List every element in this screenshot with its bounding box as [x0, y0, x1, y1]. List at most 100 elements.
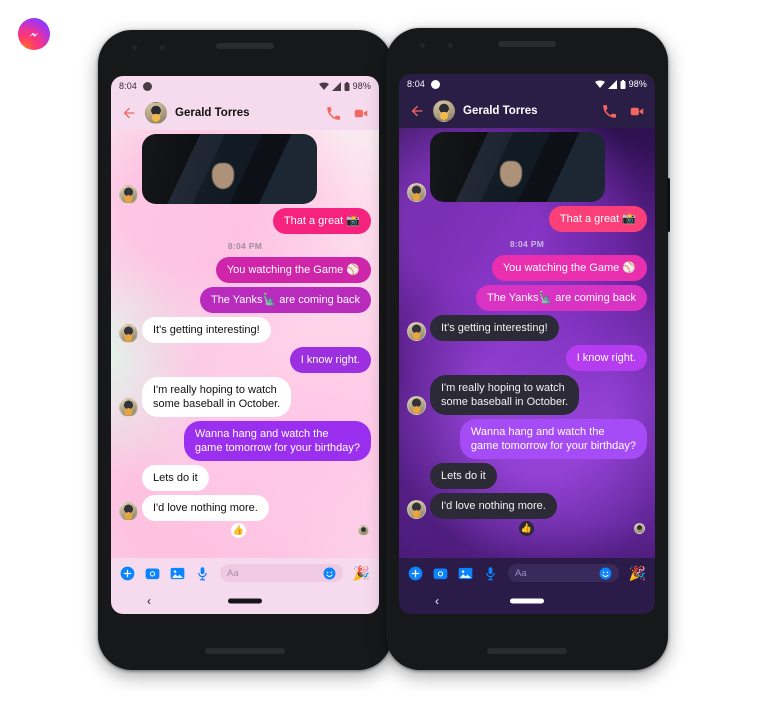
microphone-icon[interactable]	[483, 566, 498, 581]
party-popper-sticker-icon[interactable]: 🎉	[629, 566, 646, 580]
photo-message[interactable]	[430, 132, 605, 202]
sender-avatar	[407, 396, 426, 415]
sender-avatar	[119, 502, 138, 521]
message-row-photo[interactable]	[119, 134, 371, 204]
message-row[interactable]: That a great 📸	[407, 206, 647, 232]
outgoing-bubble[interactable]: I know right.	[565, 345, 647, 371]
thread-timestamp: 8:04 PM	[509, 239, 545, 249]
front-camera-icon	[420, 43, 425, 48]
contact-name: Gerald Torres	[175, 107, 250, 119]
sender-avatar	[119, 398, 138, 417]
add-attachment-icon[interactable]	[408, 566, 423, 581]
video-call-icon[interactable]	[353, 106, 369, 121]
home-indicator-pill[interactable]	[510, 598, 544, 604]
status-time: 8:04	[119, 81, 137, 91]
outgoing-bubble[interactable]: The Yanks🗽 are coming back	[199, 287, 371, 313]
incoming-bubble[interactable]: It's getting interesting!	[430, 315, 559, 341]
message-row[interactable]: I'm really hoping to watch some baseball…	[119, 377, 371, 417]
microphone-icon[interactable]	[195, 566, 210, 581]
sender-avatar	[119, 185, 138, 204]
message-row[interactable]: It's getting interesting!	[407, 315, 647, 341]
emoji-smiley-icon[interactable]	[599, 567, 612, 580]
phone-call-icon[interactable]	[602, 104, 617, 119]
bottom-speaker	[205, 648, 285, 654]
message-row[interactable]: I'd love nothing more.	[407, 493, 647, 519]
phone-call-icon[interactable]	[326, 106, 341, 121]
thread-timestamp: 8:04 PM	[227, 241, 263, 251]
seen-by-avatar	[634, 523, 645, 534]
outgoing-bubble[interactable]: Wanna hang and watch the game tomorrow f…	[459, 419, 647, 459]
message-row[interactable]: I'd love nothing more.	[119, 495, 371, 521]
incoming-bubble[interactable]: I'd love nothing more.	[142, 495, 269, 521]
message-row[interactable]: That a great 📸	[119, 208, 371, 234]
sender-avatar	[407, 322, 426, 341]
message-thread[interactable]: That a great 📸 8:04 PM You watching the …	[399, 128, 655, 558]
message-row[interactable]: The Yanks🗽 are coming back	[119, 287, 371, 313]
front-camera-icon	[132, 45, 137, 50]
outgoing-bubble[interactable]: That a great 📸	[272, 208, 371, 234]
outgoing-bubble[interactable]: I know right.	[289, 347, 371, 373]
message-row[interactable]: I'm really hoping to watch some baseball…	[407, 375, 647, 415]
message-row[interactable]: You watching the Game ⚾	[407, 255, 647, 281]
thumbs-up-reaction-icon[interactable]: 👍	[231, 523, 246, 538]
battery-percent-label: 98%	[352, 81, 371, 91]
android-back-icon[interactable]: ‹	[435, 595, 439, 607]
incoming-bubble[interactable]: I'm really hoping to watch some baseball…	[430, 375, 580, 415]
sender-avatar	[119, 324, 138, 343]
message-row[interactable]: I know right.	[119, 347, 371, 373]
incoming-bubble[interactable]: I'm really hoping to watch some baseball…	[142, 377, 292, 417]
outgoing-bubble[interactable]: Wanna hang and watch the game tomorrow f…	[183, 421, 371, 461]
message-row[interactable]: Wanna hang and watch the game tomorrow f…	[407, 419, 647, 459]
outgoing-bubble[interactable]: You watching the Game ⚾	[491, 255, 647, 281]
wifi-icon	[594, 80, 605, 88]
gallery-icon[interactable]	[458, 566, 473, 581]
android-back-icon[interactable]: ‹	[147, 595, 151, 607]
bottom-speaker	[487, 648, 567, 654]
status-bar: 8:04 98%	[399, 74, 655, 94]
back-arrow-icon[interactable]	[409, 103, 425, 119]
incoming-bubble[interactable]: Lets do it	[430, 463, 497, 489]
contact-name: Gerald Torres	[463, 105, 538, 117]
android-nav-bar: ‹	[111, 588, 379, 614]
message-row[interactable]: The Yanks🗽 are coming back	[407, 285, 647, 311]
thumbs-up-reaction-icon[interactable]: 👍	[519, 521, 534, 536]
message-row-photo[interactable]	[407, 132, 647, 202]
reaction-row: 👍	[119, 521, 371, 538]
message-row[interactable]: I know right.	[407, 345, 647, 371]
photo-message[interactable]	[142, 134, 317, 204]
emoji-smiley-icon[interactable]	[323, 567, 336, 580]
screenshot-canvas: 8:04 98% Gerald Torres That a great 📸 8:…	[0, 0, 768, 704]
status-bar: 8:04 98%	[111, 76, 379, 96]
party-popper-sticker-icon[interactable]: 🎉	[353, 566, 370, 580]
message-input-placeholder: Aa	[515, 567, 527, 579]
chat-header: Gerald Torres	[111, 96, 379, 130]
home-indicator-pill[interactable]	[228, 598, 262, 604]
message-input[interactable]: Aa	[220, 564, 343, 582]
message-thread[interactable]: That a great 📸 8:04 PM You watching the …	[111, 130, 379, 558]
battery-icon	[620, 79, 626, 89]
messenger-logo	[18, 18, 50, 50]
gallery-icon[interactable]	[170, 566, 185, 581]
message-row[interactable]: Lets do it	[407, 463, 647, 489]
back-arrow-icon[interactable]	[121, 105, 137, 121]
message-row[interactable]: You watching the Game ⚾	[119, 257, 371, 283]
contact-avatar[interactable]	[145, 102, 167, 124]
message-input[interactable]: Aa	[508, 564, 619, 582]
camera-icon[interactable]	[145, 566, 160, 581]
incoming-bubble[interactable]: I'd love nothing more.	[430, 493, 557, 519]
incoming-bubble[interactable]: It's getting interesting!	[142, 317, 271, 343]
add-attachment-icon[interactable]	[120, 566, 135, 581]
video-call-icon[interactable]	[629, 104, 645, 119]
incoming-bubble[interactable]: Lets do it	[142, 465, 209, 491]
outgoing-bubble[interactable]: The Yanks🗽 are coming back	[475, 285, 647, 311]
message-row[interactable]: Lets do it	[119, 465, 371, 491]
camera-icon[interactable]	[433, 566, 448, 581]
outgoing-bubble[interactable]: You watching the Game ⚾	[215, 257, 371, 283]
message-row[interactable]: Wanna hang and watch the game tomorrow f…	[119, 421, 371, 461]
light-mode-phone: 8:04 98% Gerald Torres That a great 📸 8:…	[98, 30, 394, 670]
contact-avatar[interactable]	[433, 100, 455, 122]
message-row[interactable]: It's getting interesting!	[119, 317, 371, 343]
outgoing-bubble[interactable]: That a great 📸	[548, 206, 647, 232]
status-time: 8:04	[407, 79, 425, 89]
dark-mode-phone: 8:04 98% Gerald Torres That a great 📸 8:…	[386, 28, 670, 670]
